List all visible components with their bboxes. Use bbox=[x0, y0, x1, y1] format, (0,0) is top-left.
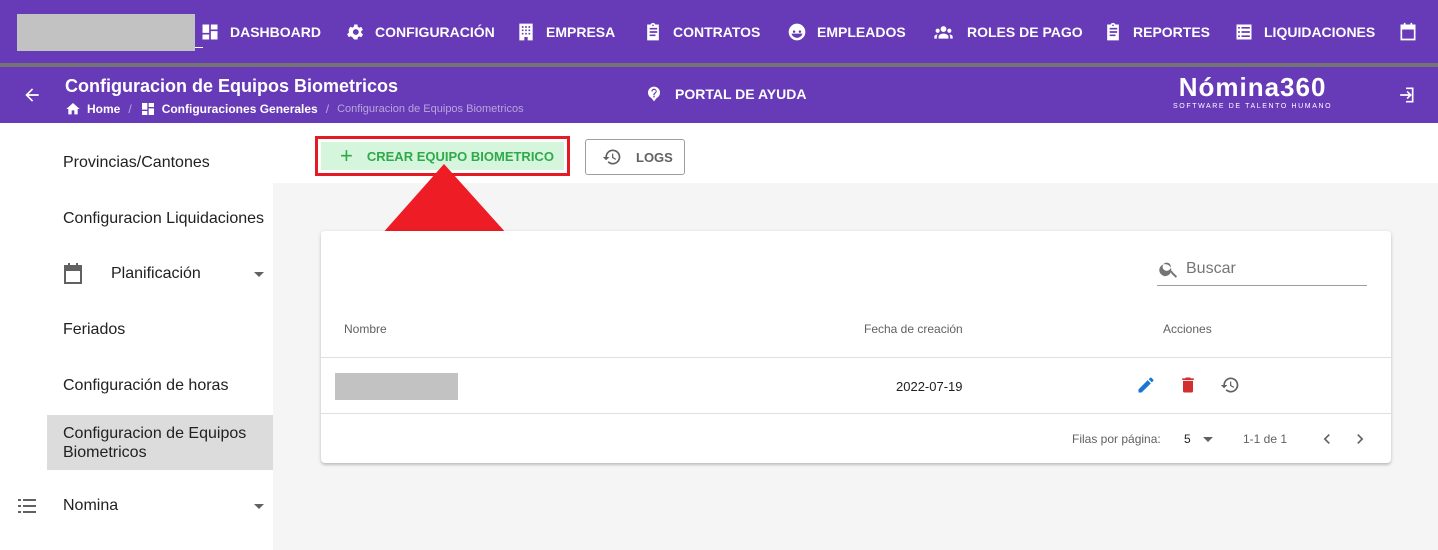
sidebar-item-provincias[interactable]: Provincias/Cantones bbox=[0, 143, 273, 183]
brand-tagline: SOFTWARE DE TALENTO HUMANO bbox=[1173, 103, 1333, 110]
nav-liquidaciones-label: LIQUIDACIONES bbox=[1264, 23, 1376, 40]
pagination-range: 1-1 de 1 bbox=[1243, 432, 1288, 446]
row-fecha: 2022-07-19 bbox=[896, 379, 963, 394]
table-footer-divider bbox=[321, 413, 1391, 414]
chevron-down-icon bbox=[1203, 437, 1213, 442]
brand-name: Nómina360 bbox=[1178, 72, 1327, 102]
table-header-divider bbox=[321, 357, 1391, 358]
building-icon bbox=[519, 23, 533, 40]
calendar-icon bbox=[61, 262, 85, 286]
sidebar-item-config-liquidaciones[interactable]: Configuracion Liquidaciones bbox=[0, 199, 273, 239]
nav-dashboard-label: DASHBOARD bbox=[230, 23, 321, 40]
list-icon bbox=[15, 494, 39, 518]
face-icon bbox=[788, 23, 806, 40]
sidebar-item-feriados[interactable]: Feriados bbox=[0, 310, 273, 350]
sidebar-item-nomina[interactable]: Nomina bbox=[0, 486, 273, 526]
dashboard-icon bbox=[202, 24, 218, 39]
back-button[interactable] bbox=[22, 85, 42, 105]
sidebar-item-equipos-biometricos[interactable]: Configuracion de Equipos Biometricos bbox=[47, 415, 273, 470]
sidebar-item-label: Nomina bbox=[63, 497, 119, 514]
breadcrumb-current: Configuracion de Equipos Biometricos bbox=[337, 103, 524, 115]
sidebar-item-planificacion[interactable]: Planificación bbox=[0, 254, 273, 294]
nav-contratos[interactable]: CONTRATOS bbox=[643, 0, 760, 63]
nav-roles-de-pago-label: ROLES DE PAGO bbox=[967, 23, 1083, 40]
help-portal-label: PORTAL DE AYUDA bbox=[675, 86, 807, 102]
breadcrumb-configuraciones-label: Configuraciones Generales bbox=[161, 102, 318, 116]
sidebar-item-label: Feriados bbox=[63, 321, 126, 338]
breadcrumb-home[interactable]: Home bbox=[65, 101, 120, 117]
gear-icon bbox=[347, 24, 363, 39]
trash-icon bbox=[1182, 377, 1194, 393]
column-header-acciones: Acciones bbox=[1163, 322, 1212, 336]
prev-page-button[interactable] bbox=[1317, 429, 1337, 449]
brand-logo: Nómina360 SOFTWARE DE TALENTO HUMANO bbox=[1173, 73, 1332, 110]
sidebar-item-label: Configuracion de Equipos Biometricos bbox=[63, 424, 247, 461]
help-portal-link[interactable]: PORTAL DE AYUDA bbox=[646, 86, 806, 102]
breadcrumb: Home / Configuraciones Generales / Confi… bbox=[65, 101, 524, 117]
search-field[interactable] bbox=[1157, 253, 1367, 286]
nav-configuracion-label: CONFIGURACIÓN bbox=[375, 23, 495, 40]
rows-per-page-label: Filas por página: bbox=[1072, 432, 1161, 446]
sidebar-item-label: Configuracion Liquidaciones bbox=[63, 210, 265, 227]
page-title: Configuracion de Equipos Biometricos bbox=[65, 76, 399, 96]
logout-icon bbox=[1400, 87, 1414, 103]
edit-button[interactable] bbox=[1136, 375, 1156, 395]
chevron-down-icon bbox=[254, 503, 264, 509]
page-header: Configuracion de Equipos Biometricos Hom… bbox=[0, 67, 1438, 123]
history-icon bbox=[1220, 377, 1239, 393]
nav-contratos-label: CONTRATOS bbox=[673, 23, 761, 40]
sidebar-item-label: Provincias/Cantones bbox=[63, 154, 210, 171]
search-icon bbox=[1159, 262, 1178, 278]
row-history-button[interactable] bbox=[1220, 375, 1240, 395]
nav-dashboard[interactable]: DASHBOARD bbox=[200, 0, 321, 63]
clipboard-icon bbox=[647, 22, 659, 40]
nav-empresa-label: EMPRESA bbox=[546, 23, 616, 40]
rows-per-page-select[interactable]: 5 bbox=[1184, 432, 1191, 446]
home-icon bbox=[66, 103, 80, 115]
nav-empleados[interactable]: EMPLEADOS bbox=[787, 0, 906, 63]
help-icon bbox=[648, 86, 660, 102]
nav-empleados-label: EMPLEADOS bbox=[817, 23, 906, 40]
chevron-right-icon bbox=[1357, 434, 1364, 444]
company-logo-placeholder[interactable] bbox=[17, 14, 195, 51]
logs-label: LOGS bbox=[636, 149, 673, 165]
nav-calendar[interactable] bbox=[1398, 0, 1428, 63]
column-header-nombre[interactable]: Nombre bbox=[344, 322, 387, 336]
search-input[interactable] bbox=[1186, 260, 1356, 278]
nav-roles-de-pago[interactable]: ROLES DE PAGO bbox=[930, 0, 1083, 63]
nav-reportes-label: REPORTES bbox=[1133, 23, 1211, 40]
breadcrumb-separator: / bbox=[128, 102, 132, 116]
sidebar-item-label: Planificación bbox=[111, 265, 201, 282]
next-page-button[interactable] bbox=[1350, 429, 1370, 449]
logs-button[interactable]: LOGS bbox=[585, 139, 685, 175]
sidebar-item-label: Configuración de horas bbox=[63, 377, 229, 394]
arrow-left-icon bbox=[25, 88, 39, 102]
row-name-redacted bbox=[335, 373, 458, 400]
history-icon bbox=[602, 149, 621, 165]
chevron-left-icon bbox=[1323, 434, 1330, 444]
nav-liquidaciones[interactable]: LIQUIDACIONES bbox=[1234, 0, 1375, 63]
top-navbar: DASHBOARD CONFIGURACIÓN EMPRESA CONTRATO… bbox=[0, 0, 1438, 63]
chevron-down-icon bbox=[254, 271, 264, 277]
group-icon bbox=[934, 25, 953, 39]
logout-button[interactable] bbox=[1396, 85, 1416, 105]
delete-button[interactable] bbox=[1178, 375, 1198, 395]
clipboard-icon bbox=[1107, 22, 1119, 40]
sidebar-item-config-horas[interactable]: Configuración de horas bbox=[0, 366, 273, 406]
nav-reportes[interactable]: REPORTES bbox=[1103, 0, 1210, 63]
biometric-table-card: Nombre Fecha de creación Acciones 2022-0… bbox=[321, 231, 1391, 463]
column-header-fecha[interactable]: Fecha de creación bbox=[864, 322, 963, 336]
nav-configuracion[interactable]: CONFIGURACIÓN bbox=[345, 0, 495, 63]
list-icon bbox=[1236, 24, 1252, 39]
breadcrumb-separator: / bbox=[325, 102, 330, 116]
calendar-icon bbox=[1400, 22, 1416, 40]
breadcrumb-home-label: Home bbox=[87, 102, 121, 116]
dashboard-icon bbox=[141, 103, 154, 115]
breadcrumb-configuraciones[interactable]: Configuraciones Generales bbox=[140, 101, 318, 117]
sidebar: Provincias/Cantones Configuracion Liquid… bbox=[0, 123, 273, 550]
plus-icon: + bbox=[340, 143, 353, 168]
pencil-icon bbox=[1138, 377, 1154, 393]
nav-empresa[interactable]: EMPRESA bbox=[516, 0, 615, 63]
